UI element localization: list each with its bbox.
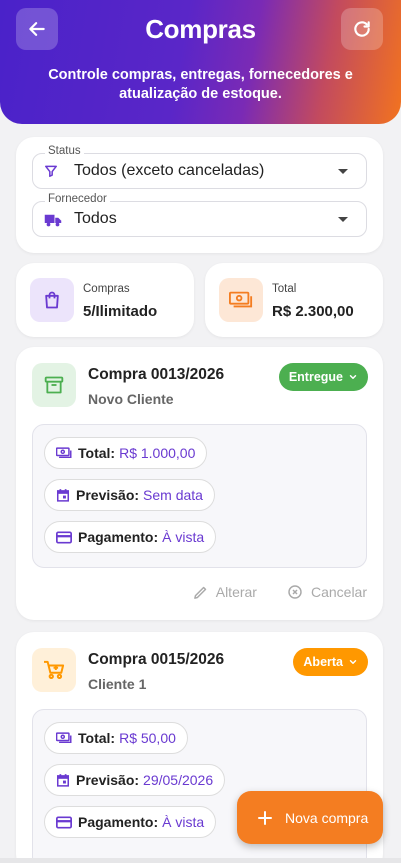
money-icon [219, 278, 263, 322]
chevron-down-icon [338, 169, 348, 174]
total-chip: Total: R$ 50,00 [44, 722, 188, 754]
status-select-label: Status [45, 145, 84, 157]
nova-compra-button[interactable]: Nova compra [237, 791, 383, 844]
calendar-icon [56, 489, 70, 502]
credit-card-icon [56, 530, 72, 544]
chevron-down-icon [338, 217, 348, 222]
archive-icon [32, 363, 76, 407]
refresh-button[interactable] [341, 8, 383, 50]
status-select-value: Todos (exceto canceladas) [74, 162, 265, 179]
order-actions: Alterar Cancelar [193, 584, 367, 600]
pagamento-chip: Pagamento: À vista [44, 806, 217, 838]
fornecedor-select-value: Todos [74, 210, 117, 227]
money-icon [56, 447, 72, 459]
fornecedor-select[interactable]: Fornecedor Todos [32, 193, 367, 237]
status-badge[interactable]: Aberta [293, 648, 368, 676]
chevron-down-icon [349, 660, 357, 664]
stat-label: Compras [83, 283, 130, 295]
previsao-label: Previsão: [76, 487, 140, 503]
chevron-down-icon [349, 375, 357, 379]
previsao-chip: Previsão: 29/05/2026 [44, 764, 226, 796]
order-title: Compra 0015/2026 [88, 651, 225, 668]
stat-card-total: Total R$ 2.300,00 [205, 263, 383, 337]
previsao-value: 29/05/2026 [143, 772, 214, 788]
pencil-icon [193, 586, 206, 599]
status-badge-label: Entregue [288, 370, 343, 384]
pagamento-label: Pagamento: [78, 529, 159, 545]
pagamento-value: À vista [162, 814, 205, 830]
status-badge[interactable]: Entregue [278, 363, 368, 391]
status-badge-label: Aberta [303, 655, 343, 669]
nova-compra-label: Nova compra [285, 809, 369, 826]
page-subtitle: Controle compras, entregas, fornecedores… [48, 67, 353, 102]
previsao-value: Sem data [143, 487, 203, 503]
total-label: Total: [78, 445, 116, 461]
calendar-icon [56, 774, 70, 787]
pagamento-chip: Pagamento: À vista [44, 521, 217, 553]
order-client: Novo Cliente [88, 391, 174, 407]
cancel-circle-icon [288, 585, 302, 599]
cancelar-button[interactable]: Cancelar [287, 584, 367, 600]
credit-card-icon [56, 815, 72, 829]
order-title: Compra 0013/2026 [88, 366, 225, 383]
order-card[interactable]: Compra 0013/2026 Novo Cliente Entregue T… [16, 347, 383, 620]
pagamento-value: À vista [162, 529, 205, 545]
previsao-chip: Previsão: Sem data [44, 479, 215, 511]
alterar-button[interactable]: Alterar [193, 584, 257, 600]
stat-value: 5/Ilimitado [83, 303, 158, 320]
total-chip: Total: R$ 1.000,00 [44, 437, 208, 469]
filter-icon [44, 165, 58, 178]
cancelar-label: Cancelar [310, 584, 367, 600]
app-header: Compras Controle compras, entregas, forn… [0, 0, 401, 124]
refresh-icon [354, 21, 370, 37]
bottom-bar [0, 858, 401, 863]
money-icon [56, 732, 72, 744]
cart-icon [32, 648, 76, 692]
order-client: Cliente 1 [88, 676, 147, 692]
stat-label: Total [272, 283, 297, 295]
shopping-bag-icon [30, 278, 74, 322]
truck-icon [44, 214, 62, 227]
total-value: R$ 1.000,00 [119, 445, 196, 461]
stat-card-compras: Compras 5/Ilimitado [16, 263, 194, 337]
filters-card: Status Todos (exceto canceladas) Fornece… [16, 137, 383, 253]
fornecedor-select-label: Fornecedor [45, 193, 110, 205]
pagamento-label: Pagamento: [78, 814, 159, 830]
previsao-label: Previsão: [76, 772, 140, 788]
status-select[interactable]: Status Todos (exceto canceladas) [32, 145, 367, 189]
stat-value: R$ 2.300,00 [272, 303, 354, 320]
plus-icon [258, 810, 272, 825]
alterar-label: Alterar [215, 584, 257, 600]
total-value: R$ 50,00 [119, 730, 176, 746]
total-label: Total: [78, 730, 116, 746]
order-details: Total: R$ 1.000,00 Previsão: Sem data Pa… [32, 424, 367, 568]
